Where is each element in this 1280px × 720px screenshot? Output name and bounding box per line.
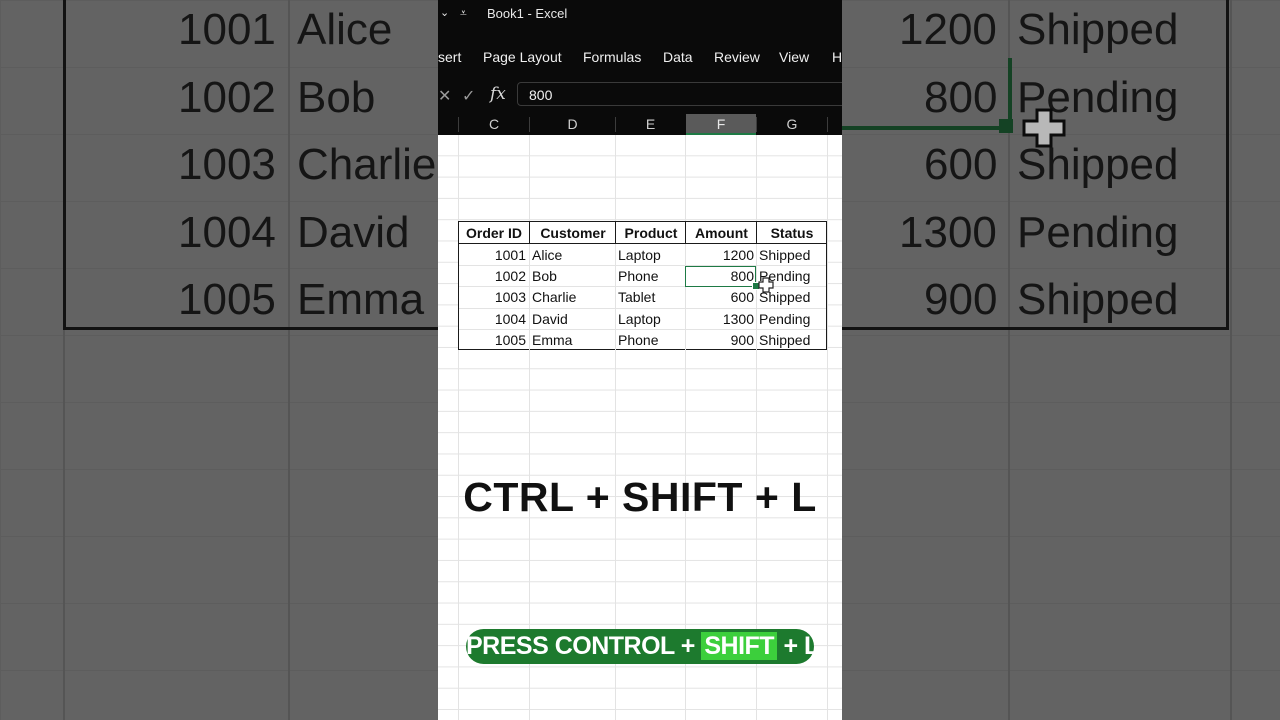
column-header-d[interactable]: D [530,114,615,135]
cell-customer[interactable]: Emma [532,332,572,348]
subtitle-caption: PRESS CONTROL + SHIFT + L. [466,629,826,664]
column-header-f[interactable]: F [686,114,756,135]
cell-amount[interactable]: 900 [686,332,754,348]
header-product[interactable]: Product [616,225,686,241]
tab-page-layout[interactable]: Page Layout [483,49,562,65]
formula-bar: ✕ ✓ fx 800 [438,78,842,114]
quick-access-dropdown-icon[interactable]: ⌄ [440,6,449,19]
subtitle-text: PRESS CONTROL + [466,632,702,660]
cell-status[interactable]: Shipped [759,247,810,263]
cell-product[interactable]: Phone [618,268,658,284]
cell-product[interactable]: Phone [618,332,658,348]
title-bar: ⌄ ⩡ Book1 - Excel [438,0,842,40]
cell-customer[interactable]: David [532,311,568,327]
tab-data[interactable]: Data [663,49,693,65]
cell-divider [529,244,530,350]
cell-order-id[interactable]: 1001 [459,247,526,263]
insert-function-icon[interactable]: fx [490,84,506,104]
header-amount[interactable]: Amount [686,225,757,241]
row-divider [459,329,826,330]
ribbon-tabs: sert Page Layout Formulas Data Review Vi… [438,40,842,78]
cell-order-id[interactable]: 1004 [459,311,526,327]
formula-input[interactable]: 800 [517,82,842,106]
excel-window: ⌄ ⩡ Book1 - Excel sert Page Layout Formu… [438,0,842,720]
tab-home[interactable]: H [832,49,842,65]
cell-amount[interactable]: 1200 [686,247,754,263]
tab-review[interactable]: Review [714,49,760,65]
header-status[interactable]: Status [757,225,827,241]
cell-product[interactable]: Laptop [618,247,661,263]
cell-product[interactable]: Tablet [618,289,655,305]
column-headers: C D E F G [438,114,842,135]
selected-cell-border[interactable] [685,266,756,287]
cell-customer[interactable]: Charlie [532,289,576,305]
subtitle-text-end: + L. [777,632,826,660]
tab-insert[interactable]: sert [438,49,461,65]
header-customer[interactable]: Customer [530,225,616,241]
cell-order-id[interactable]: 1003 [459,289,526,305]
tab-view[interactable]: View [779,49,809,65]
enter-icon[interactable]: ✓ [462,86,475,106]
column-header-e[interactable]: E [616,114,685,135]
cell-customer[interactable]: Alice [532,247,562,263]
cell-order-id[interactable]: 1005 [459,332,526,348]
cancel-icon[interactable]: ✕ [438,86,451,106]
cell-amount[interactable]: 600 [686,289,754,305]
cell-status[interactable]: Pending [759,311,810,327]
shortcut-caption: CTRL + SHIFT + L [463,474,817,520]
subtitle-highlight: SHIFT [701,632,778,660]
cell-order-id[interactable]: 1002 [459,268,526,284]
cell-divider [756,244,757,350]
header-order-id[interactable]: Order ID [459,225,529,241]
cell-amount[interactable]: 1300 [686,311,754,327]
column-header-c[interactable]: C [459,114,529,135]
cell-product[interactable]: Laptop [618,311,661,327]
table-header-row: Order ID Customer Product Amount Status [459,222,826,244]
customize-toolbar-icon[interactable]: ⩡ [460,6,467,21]
cursor-icon [758,277,774,293]
column-separator [827,117,828,132]
cell-customer[interactable]: Bob [532,268,557,284]
cell-divider [615,244,616,350]
row-divider [459,308,826,309]
tab-formulas[interactable]: Formulas [583,49,641,65]
grid-line [827,135,828,720]
row-divider [459,265,826,266]
window-title: Book1 - Excel [487,6,568,21]
cell-status[interactable]: Shipped [759,332,810,348]
column-header-g[interactable]: G [757,114,827,135]
